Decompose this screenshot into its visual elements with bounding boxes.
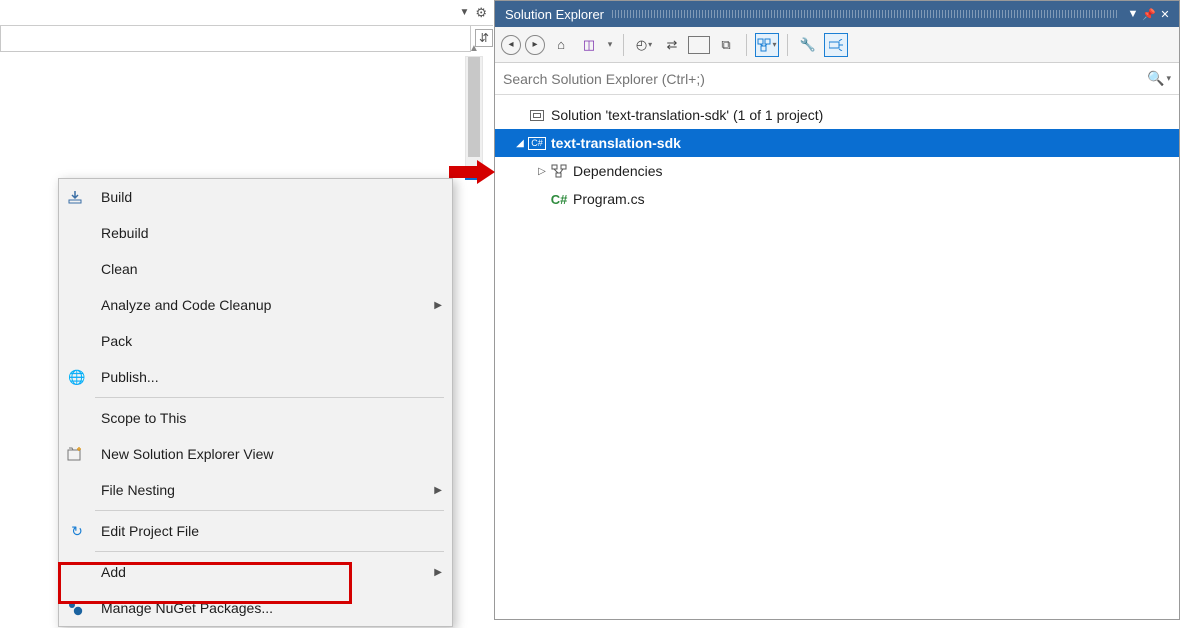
- editor-blank-strip: [0, 26, 471, 52]
- menu-add-label: Add: [101, 564, 126, 580]
- properties-icon[interactable]: 🔧: [796, 33, 820, 57]
- sync-icon[interactable]: ⇄: [660, 33, 684, 57]
- menu-publish[interactable]: 🌐 Publish...: [59, 359, 452, 395]
- menu-edit-project[interactable]: ↻ Edit Project File: [59, 513, 452, 549]
- menu-build[interactable]: Build: [59, 179, 452, 215]
- panel-menu-icon[interactable]: ▼: [1125, 8, 1141, 20]
- menu-pack[interactable]: Pack: [59, 323, 452, 359]
- expand-collapse-icon[interactable]: ◢: [513, 138, 527, 149]
- chevron-down-icon[interactable]: ▾: [605, 33, 615, 57]
- menu-new-view-label: New Solution Explorer View: [101, 446, 274, 462]
- pending-changes-icon[interactable]: ◴: [632, 33, 656, 57]
- collapse-all-icon[interactable]: ⧉: [714, 33, 738, 57]
- menu-analyze-label: Analyze and Code Cleanup: [101, 297, 271, 313]
- program-file-label: Program.cs: [569, 191, 645, 207]
- submenu-arrow-icon: ▶: [434, 567, 442, 578]
- submenu-arrow-icon: ▶: [434, 485, 442, 496]
- scrollbar[interactable]: ▲: [465, 56, 483, 176]
- home-icon[interactable]: ⌂: [549, 33, 573, 57]
- menu-analyze[interactable]: Analyze and Code Cleanup ▶: [59, 287, 452, 323]
- edit-project-icon: ↻: [67, 523, 87, 540]
- search-options-icon[interactable]: ▾: [1166, 73, 1171, 84]
- titlebar-grip: [612, 10, 1117, 18]
- editor-mini-toolbar: ▼ ⚙: [0, 0, 493, 26]
- pin-icon[interactable]: 📌: [1141, 8, 1157, 21]
- panel-title: Solution Explorer: [505, 7, 604, 22]
- program-file-node[interactable]: C# Program.cs: [495, 185, 1179, 213]
- search-input[interactable]: [503, 71, 1143, 87]
- build-icon: [67, 190, 87, 204]
- solution-explorer-panel: Solution Explorer ▼ 📌 ✕ ◂ ▸ ⌂ ◫ ▾ ◴ ⇄ ⧉ …: [494, 0, 1180, 620]
- menu-build-label: Build: [101, 189, 132, 205]
- show-all-files-icon[interactable]: [688, 36, 710, 54]
- menu-rebuild[interactable]: Rebuild: [59, 215, 452, 251]
- scroll-marker: [465, 176, 483, 180]
- menu-pack-label: Pack: [101, 333, 132, 349]
- menu-add[interactable]: Add ▶: [59, 554, 452, 590]
- menu-rebuild-label: Rebuild: [101, 225, 148, 241]
- menu-new-view[interactable]: New Solution Explorer View: [59, 436, 452, 472]
- nuget-icon: [67, 600, 87, 616]
- menu-manage-nuget-label: Manage NuGet Packages...: [101, 600, 273, 616]
- menu-edit-project-label: Edit Project File: [101, 523, 199, 539]
- menu-clean-label: Clean: [101, 261, 138, 277]
- dependencies-label: Dependencies: [569, 163, 663, 179]
- solution-label: Solution 'text-translation-sdk' (1 of 1 …: [547, 107, 823, 123]
- menu-file-nesting-label: File Nesting: [101, 482, 175, 498]
- project-label: text-translation-sdk: [547, 135, 681, 151]
- publish-icon: 🌐: [67, 369, 87, 386]
- search-icon[interactable]: 🔍: [1147, 70, 1164, 87]
- solution-explorer-titlebar[interactable]: Solution Explorer ▼ 📌 ✕: [495, 1, 1179, 27]
- view-mode-icon[interactable]: [755, 33, 779, 57]
- nav-back-icon[interactable]: ◂: [501, 35, 521, 55]
- new-view-icon: [67, 447, 87, 461]
- expand-icon[interactable]: ▷: [535, 166, 549, 177]
- gear-icon[interactable]: ⚙: [475, 5, 487, 21]
- menu-scope-label: Scope to This: [101, 410, 186, 426]
- menu-publish-label: Publish...: [101, 369, 159, 385]
- nav-forward-icon[interactable]: ▸: [525, 35, 545, 55]
- dependencies-icon: [549, 164, 569, 178]
- project-node[interactable]: ◢ C# text-translation-sdk: [495, 129, 1179, 157]
- solution-explorer-search[interactable]: 🔍 ▾: [495, 63, 1179, 95]
- dependencies-node[interactable]: ▷ Dependencies: [495, 157, 1179, 185]
- close-icon[interactable]: ✕: [1157, 8, 1173, 21]
- solution-icon: [530, 110, 544, 121]
- dropdown-icon[interactable]: ▼: [459, 7, 469, 18]
- menu-clean[interactable]: Clean: [59, 251, 452, 287]
- menu-file-nesting[interactable]: File Nesting ▶: [59, 472, 452, 508]
- menu-scope[interactable]: Scope to This: [59, 400, 452, 436]
- solution-tree: Solution 'text-translation-sdk' (1 of 1 …: [495, 95, 1179, 219]
- solution-explorer-toolbar: ◂ ▸ ⌂ ◫ ▾ ◴ ⇄ ⧉ 🔧: [495, 27, 1179, 63]
- preview-icon[interactable]: [824, 33, 848, 57]
- submenu-arrow-icon: ▶: [434, 300, 442, 311]
- csharp-project-icon: C#: [528, 137, 546, 150]
- scroll-up-arrow[interactable]: ▲: [469, 43, 479, 54]
- csharp-file-icon: C#: [549, 192, 569, 207]
- solution-node[interactable]: Solution 'text-translation-sdk' (1 of 1 …: [495, 101, 1179, 129]
- menu-manage-nuget[interactable]: Manage NuGet Packages...: [59, 590, 452, 626]
- vs-switch-views-icon[interactable]: ◫: [577, 33, 601, 57]
- project-context-menu: Build Rebuild Clean Analyze and Code Cle…: [58, 178, 453, 627]
